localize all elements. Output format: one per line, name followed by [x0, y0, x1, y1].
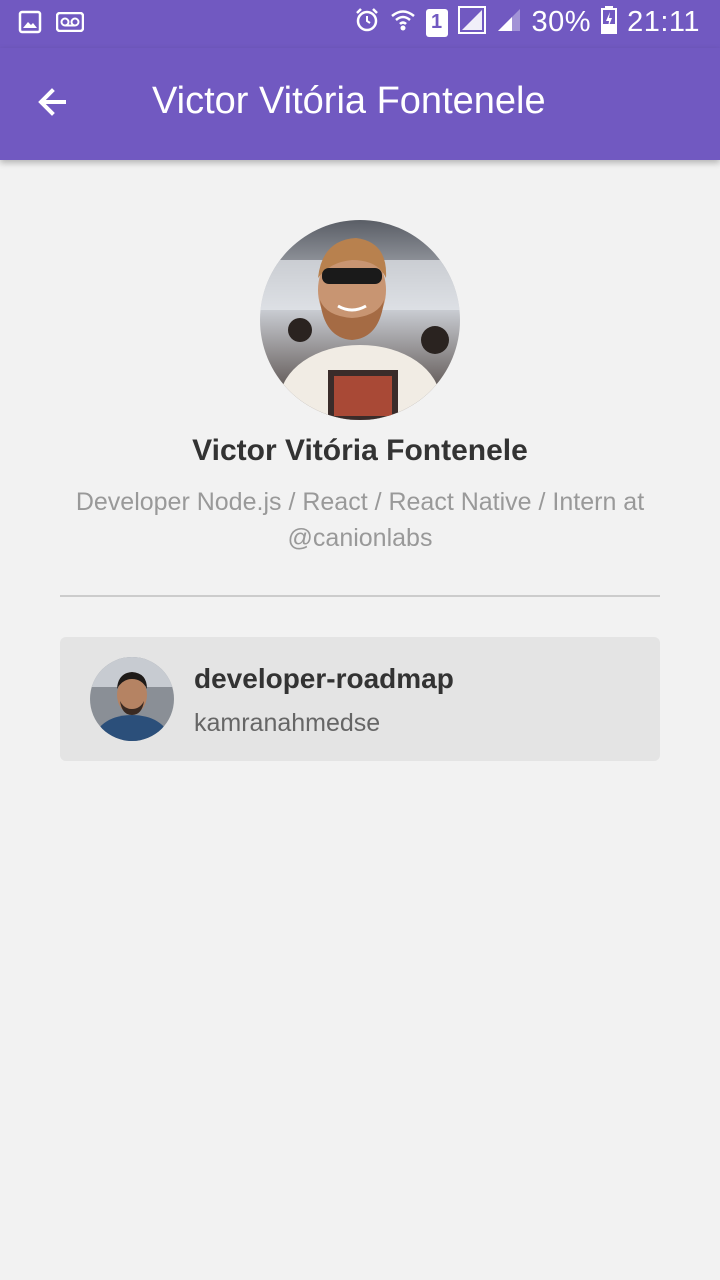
wifi-icon	[390, 7, 416, 38]
image-icon	[18, 10, 42, 39]
clock: 21:11	[627, 6, 700, 38]
divider	[60, 595, 660, 597]
signal-icon	[496, 7, 522, 38]
avatar	[260, 220, 460, 420]
arrow-left-icon	[34, 84, 70, 125]
app-bar: Victor Vitória Fontenele	[0, 48, 720, 160]
signal-icon	[457, 6, 486, 39]
battery-charging-icon	[601, 6, 618, 39]
profile-name: Victor Vitória Fontenele	[192, 434, 528, 467]
profile-bio: Developer Node.js / React / React Native…	[75, 488, 645, 552]
repo-owner: kamranahmedse	[194, 709, 381, 737]
battery-percent: 30%	[531, 6, 592, 38]
repo-name: developer-roadmap	[194, 663, 454, 694]
page-title: Victor Vitória Fontenele	[152, 80, 546, 122]
back-button[interactable]	[22, 74, 82, 134]
status-bar: 1 30% 21:11	[0, 0, 720, 48]
alarm-icon	[354, 7, 380, 38]
sim-icon: 1	[425, 8, 448, 37]
list-item[interactable]: developer-roadmap kamranahmedse	[60, 637, 660, 761]
avatar	[90, 657, 174, 741]
voicemail-icon	[55, 11, 85, 37]
